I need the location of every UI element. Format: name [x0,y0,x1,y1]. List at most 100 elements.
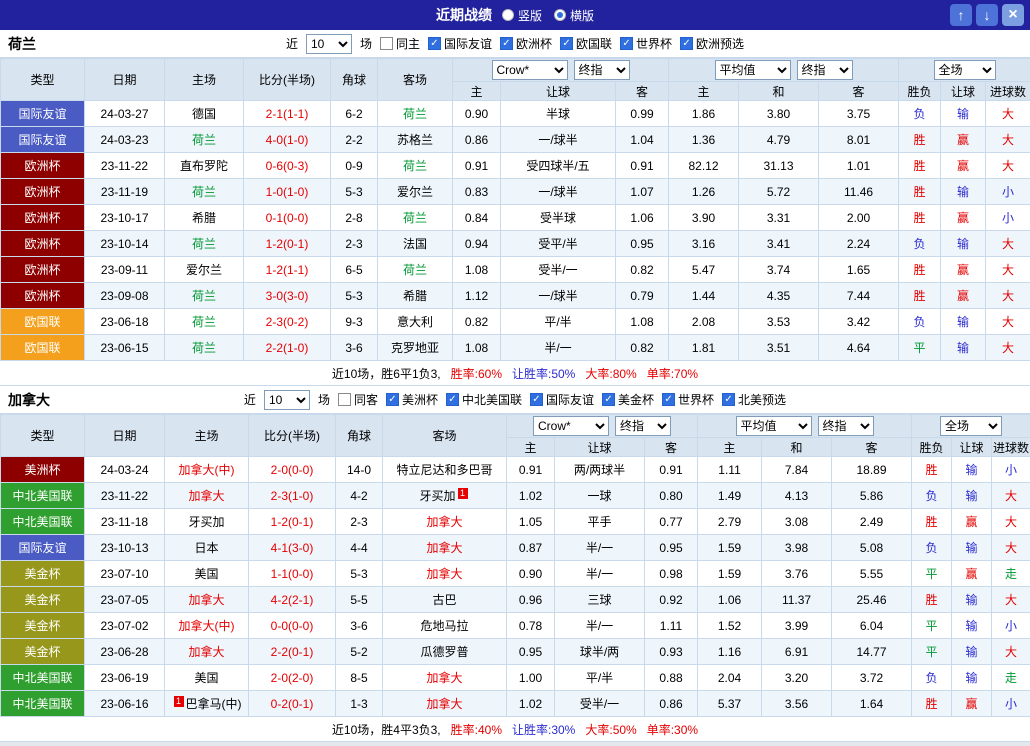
match-date: 23-07-05 [84,586,165,613]
filter-checkbox[interactable]: ✓ 国际友谊 [530,391,594,408]
summary-segment: 胜率:40% [450,722,502,737]
avg-away: 5.86 [831,482,913,509]
odds-handicap: 受平/半 [500,230,616,257]
avg-final-select[interactable]: 终指 [817,416,874,436]
filter-checkbox[interactable]: 同主 [379,35,420,52]
odds-final-select[interactable]: 终指 [615,416,671,436]
checkbox-icon[interactable]: ✓ [680,37,694,50]
avg-away: 2.49 [831,508,913,535]
away-team: 加拿大 [382,664,507,691]
sub-column-header: 和 [738,81,820,101]
match-count-select[interactable]: 10 [305,33,352,54]
filter-checkbox[interactable]: ✓ 北美预选 [722,391,786,408]
scope-select[interactable]: 全场 [940,416,1003,436]
summary-segment: 单率:30% [646,722,699,737]
odds-company-select[interactable]: Crow* [533,416,609,436]
home-team: 加拿大 [164,586,249,613]
team-name-text: 日本 [194,541,219,555]
odds-away: 1.07 [614,178,670,205]
checkbox-icon[interactable]: ✓ [500,37,513,50]
odds-home: 1.08 [452,334,501,361]
odds-header-group: Crow* 终指 [451,58,670,82]
radio-vertical[interactable]: 竖版 [501,7,542,24]
checkbox-icon[interactable]: ✓ [620,37,634,50]
radio-icon[interactable] [554,9,566,21]
checkbox-icon[interactable]: ✓ [385,393,399,406]
avg-away: 1.64 [831,690,913,717]
filter-checkbox[interactable]: ✓ 欧洲预选 [680,35,744,52]
match-count-select[interactable]: 10 [263,389,310,410]
panel-title: 近期战绩 [435,7,492,23]
home-team: 荷兰 [164,178,244,205]
home-team: 荷兰 [164,230,244,257]
result-handicap: 赢 [940,152,987,179]
close-button[interactable]: × [1002,4,1024,26]
filter-checkbox[interactable]: ✓ 美洲杯 [385,391,438,408]
filter-checkbox[interactable]: ✓ 世界杯 [662,391,714,408]
column-header: 日期 [84,58,165,101]
odds-home: 0.84 [452,204,501,231]
home-team: 美国 [164,664,249,691]
team-name: 加拿大 [8,391,50,408]
sub-column-header: 客 [831,437,913,457]
odds-handicap: 半/一 [554,560,645,587]
score: 0-1(0-0) [243,204,331,231]
filter-checkbox[interactable]: ✓ 中北美国联 [445,391,522,408]
filter-checkbox[interactable]: ✓ 欧洲杯 [500,35,552,52]
league-badge: 国际友谊 [0,534,85,561]
filter-checkbox[interactable]: ✓ 国际友谊 [427,35,492,52]
checkbox-icon[interactable] [337,393,351,406]
filter-checkbox[interactable]: ✓ 美金杯 [602,391,654,408]
radio-icon[interactable] [501,9,514,21]
filter-checkbox[interactable]: 同客 [337,391,378,408]
odds-final-select[interactable]: 终指 [573,60,630,80]
checkbox-icon[interactable]: ✓ [530,393,543,406]
odds-home: 1.05 [506,508,555,535]
result-goals: 大 [991,586,1030,613]
checkbox-label: 北美预选 [738,393,787,407]
team-name-text: 危地马拉 [420,619,469,633]
team-name-text: 美国 [194,567,219,581]
column-header: 主场 [164,58,244,101]
avg-away: 2.24 [818,230,900,257]
odds-company-select[interactable]: Crow* [491,60,568,80]
team-name-text: 荷兰 [191,133,216,147]
odds-away: 0.92 [643,586,699,613]
odds-home: 0.82 [452,308,501,335]
avg-source-select[interactable]: 平均值 [735,416,812,436]
corners: 5-3 [335,560,383,587]
avg-source-select[interactable]: 平均值 [714,60,791,80]
odds-away: 0.93 [643,638,699,665]
checkbox-icon[interactable]: ✓ [560,37,574,50]
checkbox-icon[interactable]: ✓ [445,393,459,406]
odds-handicap: 受半/一 [500,256,616,283]
avg-home: 2.08 [668,308,740,335]
home-team: 加拿大(中) [164,456,249,483]
result-handicap: 输 [951,534,993,561]
score: 0-0(0-0) [248,612,336,639]
result-goals: 大 [985,230,1030,257]
result-goals: 小 [991,612,1030,639]
home-team: 荷兰 [164,126,244,153]
checkbox-icon[interactable]: ✓ [662,393,676,406]
result-goals: 大 [985,100,1030,127]
checkbox-icon[interactable]: ✓ [722,393,736,406]
sub-column-header: 胜负 [898,81,942,101]
result-outcome: 胜 [911,456,953,483]
match-row: 美金杯 23-06-28 加拿大 2-2(0-1) 5-2 瓜德罗普 0.95 球半/两 0.9… [0,638,1030,665]
filter-checkbox[interactable]: ✓ 世界杯 [620,35,672,52]
result-goals: 走 [991,664,1030,691]
avg-home: 1.59 [697,560,763,587]
checkbox-icon[interactable]: ✓ [602,393,616,406]
checkbox-icon[interactable]: ✓ [427,37,441,50]
odds-away: 0.95 [614,230,670,257]
radio-horizontal[interactable]: 横版 [554,7,594,24]
result-goals: 小 [985,204,1030,231]
avg-final-select[interactable]: 终指 [796,60,853,80]
scope-select[interactable]: 全场 [933,60,996,80]
move-down-button[interactable]: ↓ [976,4,998,26]
checkbox-icon[interactable] [379,37,393,50]
filter-checkbox[interactable]: ✓ 欧国联 [560,35,612,52]
move-up-button[interactable]: ↑ [950,4,972,26]
avg-draw: 31.13 [738,152,820,179]
